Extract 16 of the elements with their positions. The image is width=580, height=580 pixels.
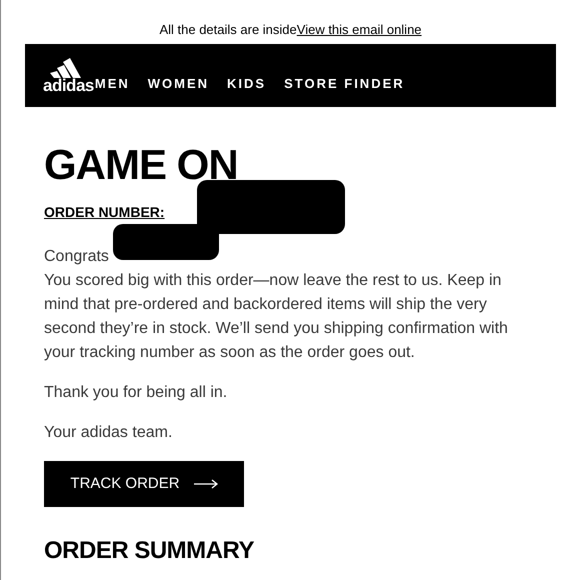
track-order-button[interactable]: TRACK ORDER [44,461,244,507]
brand-name: adidas [43,78,94,94]
nav-link[interactable]: KIDS [227,74,266,93]
view-online-link[interactable]: View this email online [296,21,422,39]
headline: GAME ON [44,143,239,187]
greeting-text: Congrats [44,247,109,267]
nav-link[interactable]: STORE FINDER [284,74,405,93]
arrow-right-icon [194,479,218,489]
body-paragraph: Your adidas team. [44,423,174,443]
body-paragraph: You scored big with this order—now leave the rest to us. Keep in mind that pre-ordered and backordered items will ship the very second they’re in stock. We’ll send you shipping confirmation with your tracking number as soon as the order goes out. [44,271,509,363]
body-paragraph: Thank you for being all in. [44,383,228,403]
order-number-label: ORDER NUMBER: [44,203,166,221]
nav-link[interactable]: WOMEN [148,74,210,93]
nav-link[interactable]: MEN [94,74,130,93]
preheader-text: All the details are inside [159,21,297,39]
section-title: ORDER SUMMARY [44,537,255,565]
